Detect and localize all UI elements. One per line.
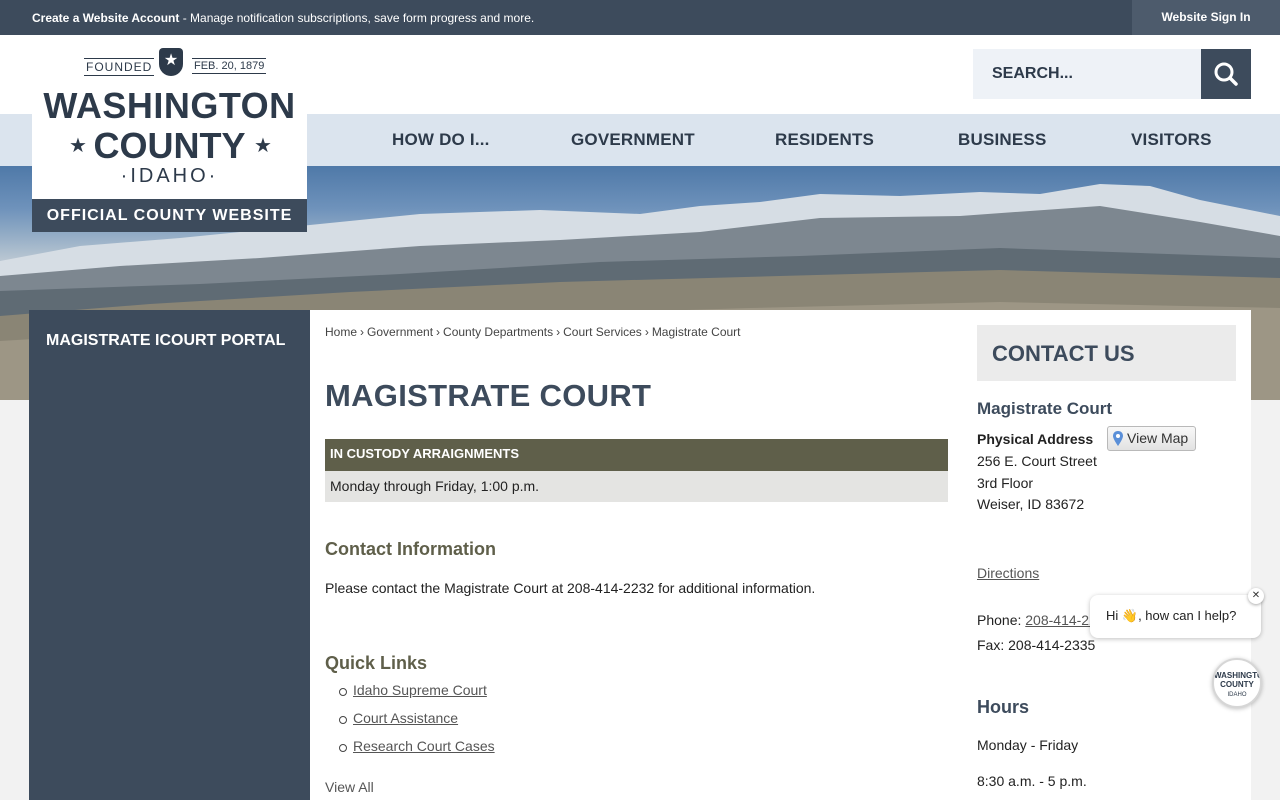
official-website-tagline: OFFICIAL COUNTY WEBSITE — [32, 199, 307, 232]
directions-link[interactable]: Directions — [977, 565, 1039, 581]
chat-greeting-bubble[interactable]: Hi 👋, how can I help? — [1090, 595, 1261, 638]
physical-address-label: Physical Address — [977, 431, 1094, 447]
search-button[interactable] — [1201, 49, 1251, 99]
breadcrumb-separator: › — [644, 325, 649, 339]
address-line-2: 3rd Floor — [977, 475, 1034, 491]
quick-link-idaho-supreme-court[interactable]: Idaho Supreme Court — [353, 682, 487, 698]
contact-info-heading: Contact Information — [325, 539, 496, 559]
nav-how-do-i[interactable]: HOW DO I... — [392, 130, 490, 150]
view-map-button[interactable]: View Map — [1107, 426, 1196, 451]
search-box — [973, 49, 1201, 99]
breadcrumb-current[interactable]: Magistrate Court — [652, 325, 741, 339]
breadcrumb-court-services[interactable]: Court Services — [563, 325, 642, 339]
list-item: Research Court Cases — [339, 738, 495, 754]
page-title: MAGISTRATE COURT — [325, 378, 652, 413]
chat-avatar-logo: WASHINGTON COUNTY IDAHO — [1214, 671, 1260, 698]
map-pin-icon — [1113, 431, 1123, 446]
logo-washington: WASHINGTON — [43, 85, 296, 126]
search-input[interactable] — [973, 49, 1201, 99]
arraignments-table-header: IN CUSTODY ARRAIGNMENTS — [325, 439, 948, 471]
close-icon[interactable]: ✕ — [1248, 588, 1264, 604]
account-bar: Create a Website Account - Manage notifi… — [0, 0, 1280, 35]
contact-info-text: Please contact the Magistrate Court at 2… — [325, 580, 816, 596]
sign-in-button[interactable]: Website Sign In — [1132, 0, 1280, 35]
hours-heading: Hours — [977, 697, 1030, 717]
create-account-link[interactable]: Create a Website Account — [32, 11, 179, 25]
fax-line: Fax: 208-414-2335 — [977, 637, 1096, 653]
list-item: Idaho Supreme Court — [339, 682, 495, 698]
founded-date: FEB. 20, 1879 — [192, 58, 267, 74]
nav-business[interactable]: BUSINESS — [958, 130, 1047, 150]
quick-link-court-assistance[interactable]: Court Assistance — [353, 710, 458, 726]
breadcrumb-county-departments[interactable]: County Departments — [443, 325, 553, 339]
contact-us-header: CONTACT US — [977, 325, 1236, 381]
address-line-1: 256 E. Court Street — [977, 453, 1097, 469]
nav-residents[interactable]: RESIDENTS — [775, 130, 874, 150]
founded-label: FOUNDED — [84, 58, 155, 76]
hours-time: 8:30 a.m. - 5 p.m. — [977, 773, 1087, 789]
breadcrumb: Home › Government › County Departments › Court… — [325, 325, 741, 339]
breadcrumb-separator: › — [436, 325, 441, 339]
contact-name: Magistrate Court — [977, 399, 1113, 418]
hours-days: Monday - Friday — [977, 737, 1079, 753]
sidebar: MAGISTRATE ICOURT PORTAL — [29, 310, 310, 800]
view-all-link[interactable]: View All — [325, 779, 374, 795]
quick-link-research-court-cases[interactable]: Research Court Cases — [353, 738, 495, 754]
account-message: Create a Website Account - Manage notifi… — [32, 11, 534, 25]
chat-avatar-button[interactable]: WASHINGTON COUNTY IDAHO — [1212, 658, 1262, 708]
star-icon: ★ — [254, 135, 272, 157]
view-map-label: View Map — [1127, 430, 1189, 446]
contact-us-title: CONTACT US — [992, 341, 1135, 366]
quick-links-list: Idaho Supreme Court Court Assistance Res… — [339, 682, 495, 766]
logo-state: ·IDAHO· — [120, 165, 219, 187]
arraignments-table-row: Monday through Friday, 1:00 p.m. — [325, 471, 948, 502]
sidebar-item-icourt-portal[interactable]: MAGISTRATE ICOURT PORTAL — [46, 332, 285, 350]
list-item: Court Assistance — [339, 710, 495, 726]
phone-label: Phone: — [977, 612, 1026, 628]
address-line-3: Weiser, ID 83672 — [977, 496, 1085, 512]
star-badge-icon: ★ — [159, 48, 183, 76]
county-logo[interactable]: FOUNDED ★ FEB. 20, 1879 WASHINGTON ★ COU… — [32, 35, 307, 232]
account-description: - Manage notification subscriptions, sav… — [179, 11, 535, 25]
breadcrumb-separator: › — [556, 325, 561, 339]
breadcrumb-home[interactable]: Home — [325, 325, 357, 339]
breadcrumb-separator: › — [360, 325, 365, 339]
breadcrumb-government[interactable]: Government — [367, 325, 433, 339]
search-icon — [1214, 62, 1238, 86]
nav-government[interactable]: GOVERNMENT — [571, 130, 695, 150]
nav-visitors[interactable]: VISITORS — [1131, 130, 1212, 150]
quick-links-heading: Quick Links — [325, 653, 428, 673]
